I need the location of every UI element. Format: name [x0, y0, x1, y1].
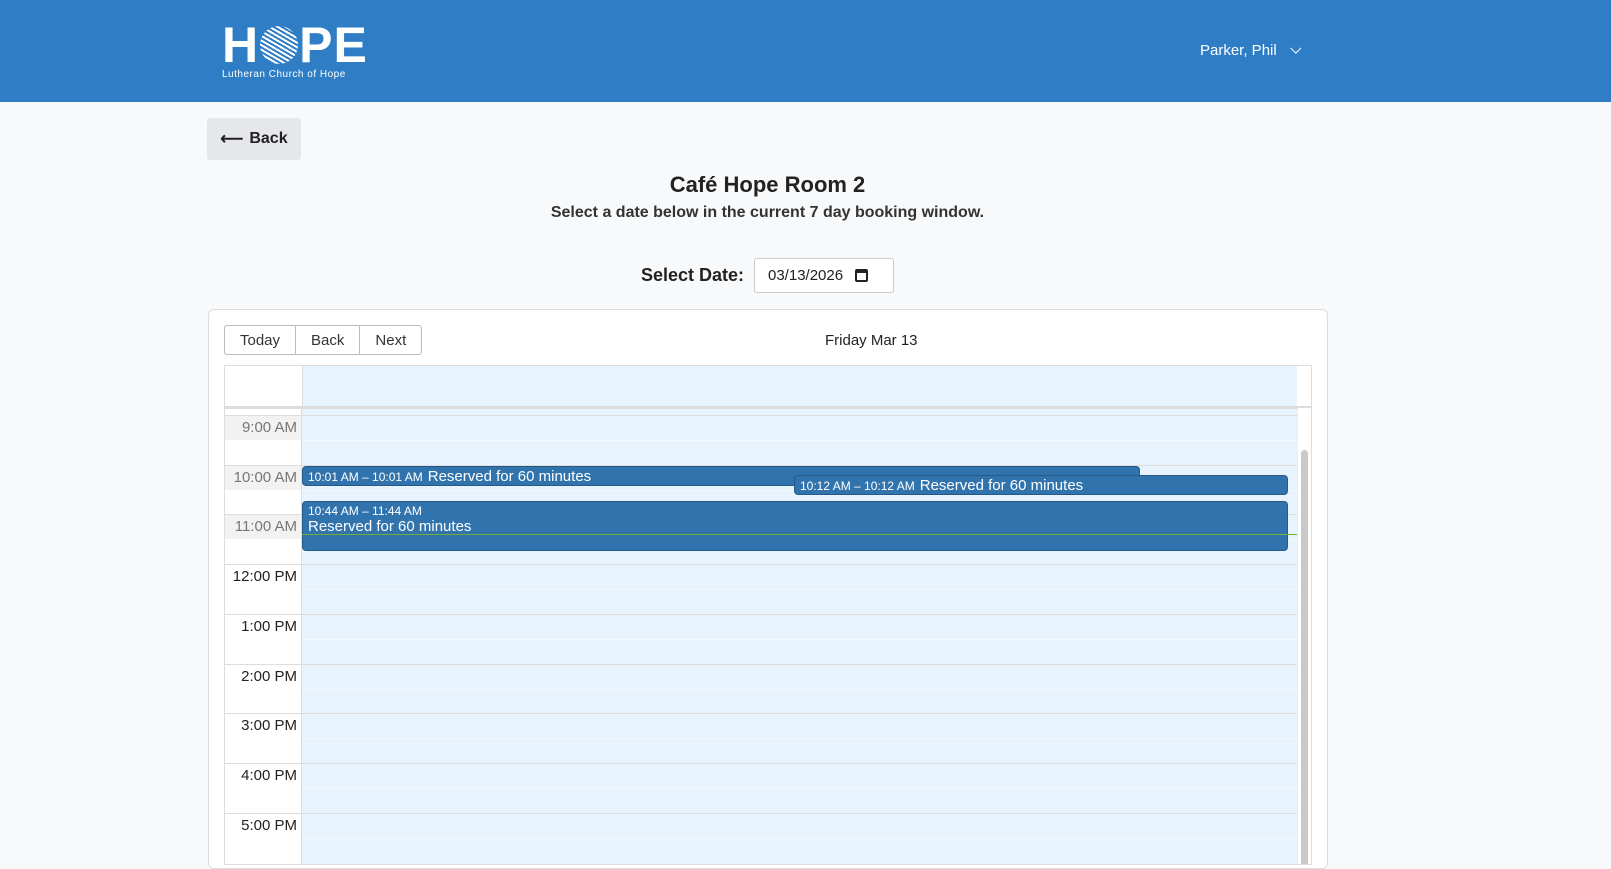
time-row: 12:00 PM: [225, 564, 1297, 614]
current-time-indicator: [302, 534, 1297, 535]
half-hour-line: [302, 688, 1297, 690]
page-subtitle: Select a date below in the current 7 day…: [550, 204, 985, 221]
hour-label: 12:00 PM: [232, 568, 297, 586]
half-hour-line: [302, 440, 1297, 441]
scrollbar-thumb[interactable]: [1301, 450, 1308, 864]
time-row: 9:00 AM: [225, 415, 1297, 465]
user-name: Parker, Phil: [1200, 42, 1277, 59]
day-view-grid: 9:00 AM 10:00 AM 11:00 AM 12:00 PM 1:00 PM 2:…: [224, 365, 1312, 865]
calendar-icon[interactable]: [855, 269, 869, 282]
event[interactable]: 10:12 AM – 10:12 AM Reserved for 60 minut…: [794, 475, 1288, 495]
user-menu[interactable]: Parker, Phil: [1200, 42, 1302, 59]
time-row: 5:00 PM: [225, 812, 1297, 863]
hour-label: 4:00 PM: [241, 766, 297, 784]
event-title: Reserved for 60 minutes: [427, 468, 592, 485]
hour-label: 9:00 AM: [241, 419, 297, 436]
time-row: [225, 408, 1297, 415]
today-button[interactable]: Today: [224, 325, 297, 355]
hour-label: 1:00 PM: [241, 617, 297, 635]
day-label: Friday Mar 13: [825, 332, 918, 349]
half-hour-line: [302, 589, 1297, 591]
date-value: 03/13/2026: [768, 267, 844, 284]
half-hour-line: [302, 638, 1297, 640]
hour-label: 5:00 PM: [241, 816, 297, 834]
top-header: H PE Lutheran Church of Hope Parker, Phil: [0, 0, 1611, 102]
calendar-toolbar: Today Back Next: [224, 325, 423, 355]
event-time: 10:12 AM – 10:12 AM: [800, 479, 915, 493]
event-time: 10:01 AM – 10:01 AM: [308, 470, 423, 484]
event-time: 10:44 AM – 11:44 AM: [308, 504, 422, 518]
hour-label: 3:00 PM: [241, 717, 297, 735]
time-row: 4:00 PM: [225, 762, 1297, 813]
page-title: Café Hope Room 2: [669, 172, 866, 197]
back-label: Back: [249, 130, 288, 147]
time-row: 3:00 PM: [225, 713, 1297, 763]
arrow-left-icon: ⟵: [220, 131, 244, 148]
half-hour-line: [302, 787, 1297, 789]
chevron-down-icon: [1290, 42, 1302, 54]
date-input[interactable]: 03/13/2026: [754, 258, 894, 293]
event-title: Reserved for 60 minutes: [919, 477, 1084, 494]
all-day-row[interactable]: [302, 366, 1297, 406]
half-hour-line: [302, 738, 1297, 740]
half-hour-line: [302, 837, 1297, 839]
back-button[interactable]: ⟵ Back: [207, 118, 301, 160]
back-nav-button[interactable]: Back: [296, 325, 361, 355]
time-row: 1:00 PM: [225, 613, 1297, 664]
select-date-label: Select Date:: [641, 265, 745, 285]
globe-icon: [260, 26, 299, 64]
hope-logo[interactable]: H PE Lutheran Church of Hope: [222, 17, 368, 80]
event-title: Reserved for 60 minutes: [308, 518, 472, 535]
next-button[interactable]: Next: [360, 325, 423, 355]
time-row: 2:00 PM: [225, 663, 1297, 714]
logo-text: H: [222, 17, 260, 73]
logo-text: PE: [299, 17, 368, 73]
scrollbar[interactable]: [1297, 408, 1311, 864]
hour-label: 2:00 PM: [241, 667, 297, 685]
hour-label: 11:00 AM: [234, 518, 297, 536]
event[interactable]: 10:44 AM – 11:44 AM Reserved for 60 minut…: [302, 501, 1288, 551]
hour-label: 10:00 AM: [233, 468, 297, 486]
